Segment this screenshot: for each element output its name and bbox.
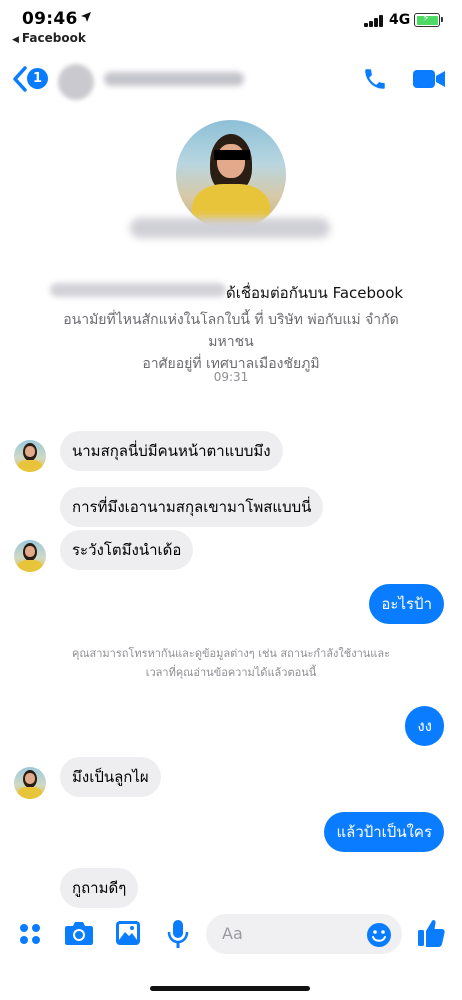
profile-name-redacted — [130, 218, 330, 238]
microphone-icon[interactable] — [165, 918, 191, 950]
message-input[interactable]: Aa — [206, 914, 402, 954]
profile-info: อนามัยที่ไหนสักแห่งในโลกใบนี้ ที่ บริษัท… — [20, 309, 442, 375]
camera-icon[interactable] — [64, 920, 94, 946]
message-bubble-sent[interactable]: งง — [405, 706, 444, 746]
message-timestamp: 09:31 — [213, 370, 249, 384]
battery-charging-icon: ⚡ — [414, 13, 443, 27]
menu-dots-icon[interactable] — [18, 922, 42, 946]
sender-avatar[interactable] — [14, 767, 46, 799]
status-bar: 09:46 ◀ Facebook 4G ⚡ — [0, 0, 462, 52]
network-label: 4G — [389, 12, 411, 28]
message-bubble-received[interactable]: มึงเป็นลูกไผ — [60, 757, 161, 797]
connected-text: ด้เชื่อมต่อกันบน Facebook — [226, 284, 404, 302]
unread-count-badge[interactable]: 1 — [27, 68, 48, 89]
location-arrow-icon — [81, 12, 91, 22]
message-bubble-sent[interactable]: แล้วป้าเป็นใคร — [324, 812, 444, 852]
status-time: 09:46 — [22, 9, 78, 29]
message-input-placeholder: Aa — [222, 924, 243, 943]
sender-avatar[interactable] — [14, 540, 46, 572]
signal-icon — [364, 15, 384, 27]
thumbs-up-icon[interactable] — [416, 917, 446, 949]
redacted-text — [50, 283, 226, 297]
sender-avatar[interactable] — [14, 440, 46, 472]
home-indicator[interactable] — [150, 986, 310, 991]
profile-info-line: มหาชน — [208, 334, 254, 350]
message-bubble-received[interactable]: กูถามดีๆ — [60, 868, 139, 908]
video-camera-icon[interactable] — [412, 68, 446, 90]
back-app-label: Facebook — [21, 31, 86, 45]
notice-line: เวลาที่คุณอ่านข้อความได้แล้วตอนนี้ — [145, 666, 317, 679]
back-to-app-link[interactable]: ◀ Facebook — [12, 31, 86, 45]
message-bubble-received[interactable]: การที่มึงเอานามสกุลเขามาโพสแบบนี่ — [60, 487, 324, 527]
chat-header: 1 — [0, 54, 462, 106]
info-notice: คุณสามารถโทรหากันและดูข้อมูลต่างๆ เช่น ส… — [20, 644, 442, 682]
message-bubble-received[interactable]: ระวังโตมึงนำเด้อ — [60, 530, 194, 570]
message-bubble-sent[interactable]: อะไรป้า — [369, 584, 444, 624]
back-triangle-icon: ◀ — [12, 35, 19, 45]
message-composer: Aa — [0, 908, 462, 962]
contact-name-redacted[interactable] — [104, 72, 244, 86]
notice-line: คุณสามารถโทรหากันและดูข้อมูลต่างๆ เช่น ส… — [71, 647, 391, 660]
phone-icon[interactable] — [362, 66, 388, 92]
emoji-icon[interactable] — [366, 922, 392, 948]
censor-bar — [214, 150, 250, 160]
message-bubble-received[interactable]: นามสกุลนี่บ่มีคนหน้าตาแบบมึง — [60, 431, 283, 471]
profile-info-line: อนามัยที่ไหนสักแห่งในโลกใบนี้ ที่ บริษัท… — [63, 312, 399, 328]
contact-avatar[interactable] — [58, 64, 94, 100]
photo-icon[interactable] — [114, 919, 142, 947]
profile-photo[interactable] — [176, 120, 286, 230]
